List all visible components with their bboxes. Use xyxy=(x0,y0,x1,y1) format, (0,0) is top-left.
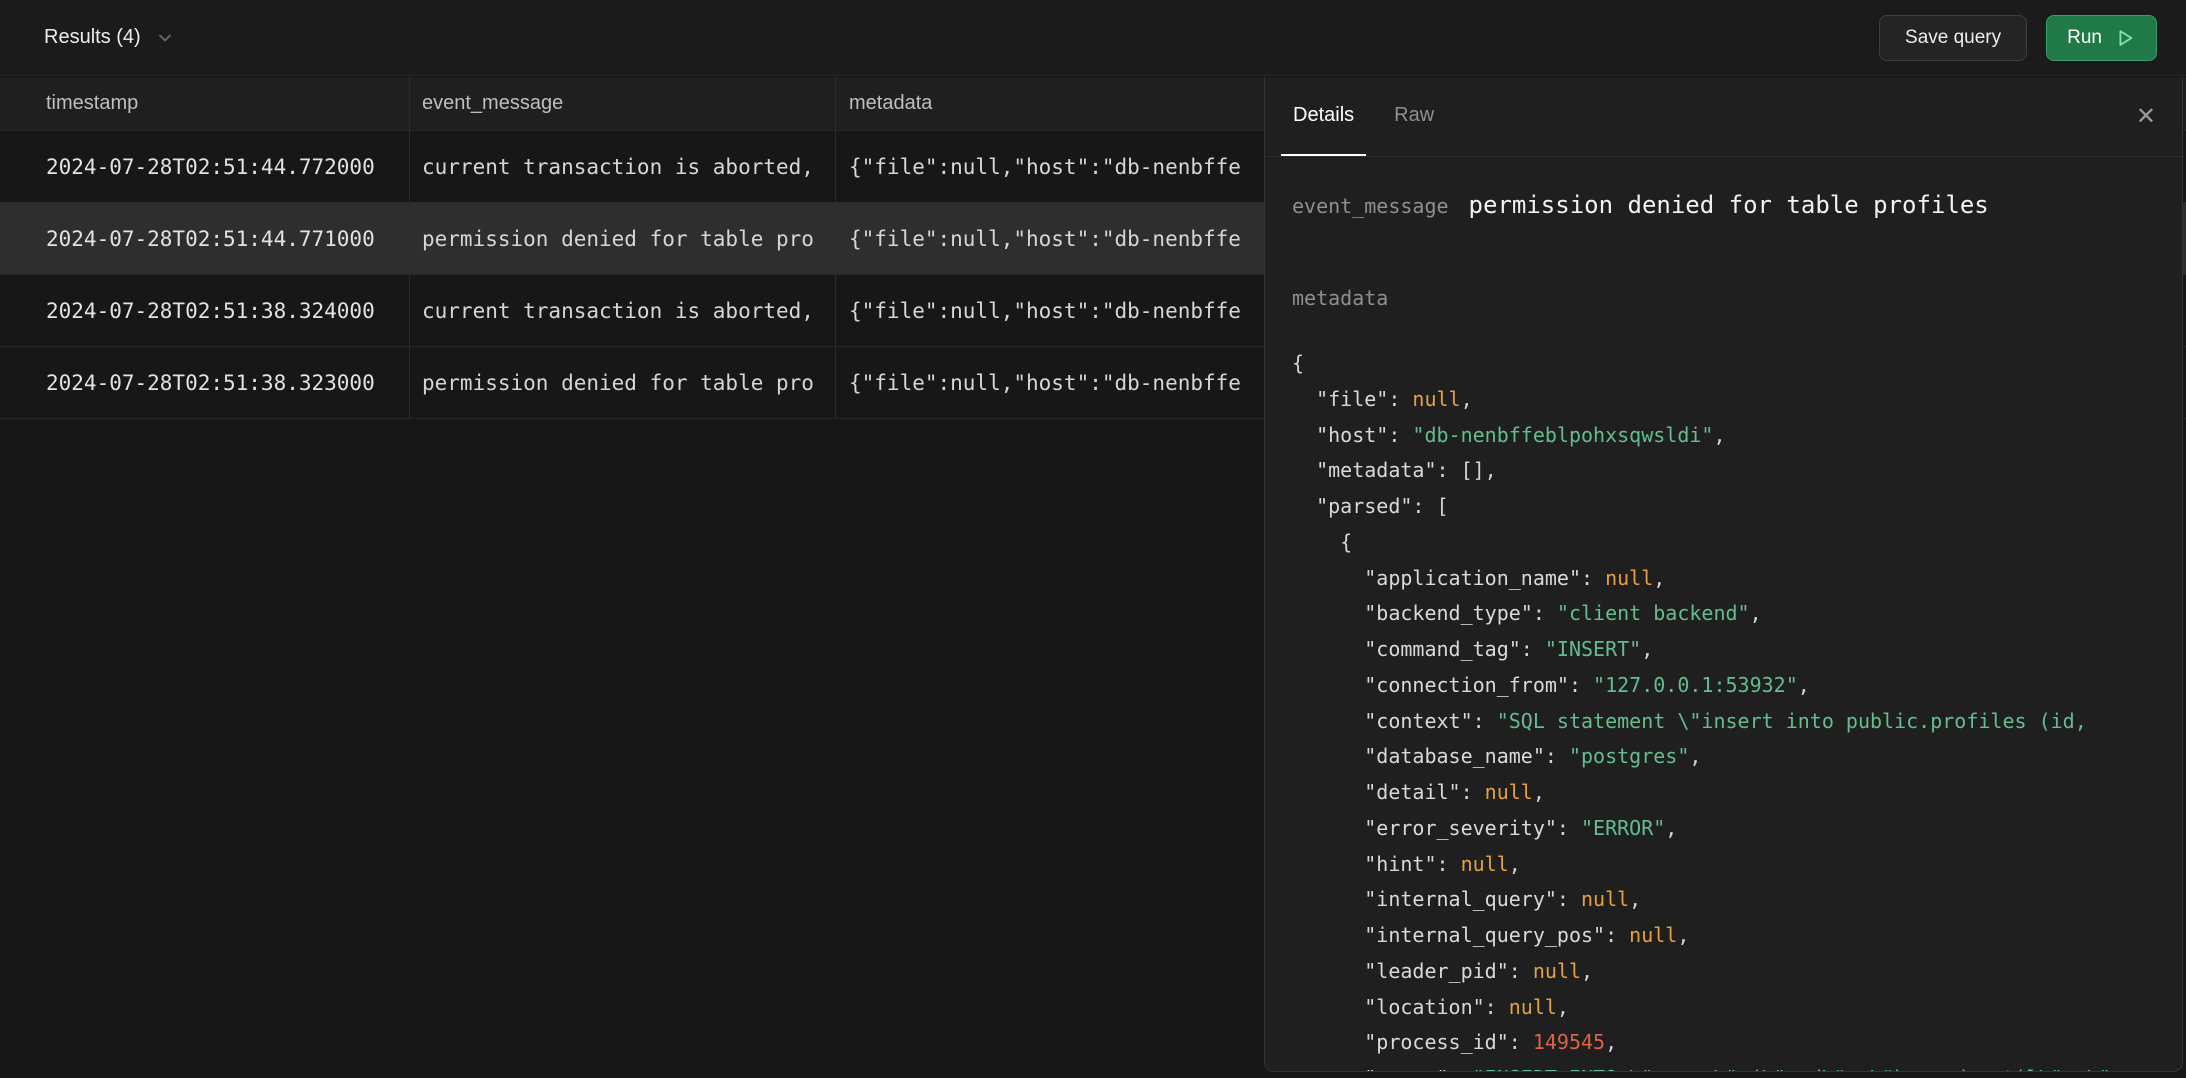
json-line: "backend_type": "client backend", xyxy=(1292,596,2182,632)
logs-explorer-screen: Results (4) Save query Run timestamp eve… xyxy=(0,0,2186,1078)
column-header-timestamp[interactable]: timestamp xyxy=(0,77,410,130)
cell-event-message: permission denied for table pro xyxy=(410,203,836,274)
details-panel: Details Raw ✕ event_message permission d… xyxy=(1264,77,2183,1072)
topbar: Results (4) Save query Run xyxy=(0,0,2186,76)
tabbar-spacer xyxy=(1462,77,2130,156)
cell-timestamp: 2024-07-28T02:51:38.324000 xyxy=(0,275,410,346)
json-line: { xyxy=(1292,346,2182,382)
close-icon[interactable]: ✕ xyxy=(2130,99,2162,135)
json-line: "parsed": [ xyxy=(1292,489,2182,525)
cell-event-message: current transaction is aborted, xyxy=(410,131,836,202)
play-icon xyxy=(2114,27,2136,49)
results-count-toggle[interactable]: Results (4) xyxy=(44,26,175,49)
save-query-button[interactable]: Save query xyxy=(1879,15,2027,61)
topbar-actions: Save query Run xyxy=(1879,15,2157,61)
json-line: "file": null, xyxy=(1292,382,2182,418)
json-line: "metadata": [], xyxy=(1292,453,2182,489)
event-message-field: event_message permission denied for tabl… xyxy=(1292,191,2182,219)
json-line: "application_name": null, xyxy=(1292,561,2182,597)
run-button-label: Run xyxy=(2067,27,2102,49)
cell-timestamp: 2024-07-28T02:51:38.323000 xyxy=(0,347,410,418)
json-line: "location": null, xyxy=(1292,990,2182,1026)
details-tabbar: Details Raw ✕ xyxy=(1265,77,2182,157)
cell-event-message: current transaction is aborted, xyxy=(410,275,836,346)
json-line: "leader_pid": null, xyxy=(1292,954,2182,990)
json-line: "database_name": "postgres", xyxy=(1292,739,2182,775)
json-line: "context": "SQL statement \"insert into … xyxy=(1292,704,2182,740)
json-line: "query": "INSERT INTO \"users\" (\"aud\"… xyxy=(1292,1061,2182,1071)
json-line: "internal_query_pos": null, xyxy=(1292,918,2182,954)
tab-details[interactable]: Details xyxy=(1281,77,1366,156)
cell-timestamp: 2024-07-28T02:51:44.771000 xyxy=(0,203,410,274)
chevron-down-icon xyxy=(155,28,175,48)
column-header-event-message[interactable]: event_message xyxy=(410,77,836,130)
results-count-label: Results (4) xyxy=(44,26,141,49)
json-line: "error_severity": "ERROR", xyxy=(1292,811,2182,847)
json-line: "host": "db-nenbffeblpohxsqwsldi", xyxy=(1292,418,2182,454)
metadata-label: metadata xyxy=(1292,286,2182,310)
json-line: "hint": null, xyxy=(1292,847,2182,883)
json-line: "command_tag": "INSERT", xyxy=(1292,632,2182,668)
json-block: { "file": null, "host": "db-nenbffeblpoh… xyxy=(1292,346,2182,1071)
results-area: timestamp event_message metadata 2024-07… xyxy=(0,77,2186,1078)
json-line: { xyxy=(1292,525,2182,561)
run-button[interactable]: Run xyxy=(2046,15,2157,61)
json-line: "connection_from": "127.0.0.1:53932", xyxy=(1292,668,2182,704)
event-message-label: event_message xyxy=(1292,194,1449,218)
json-line: "detail": null, xyxy=(1292,775,2182,811)
details-panel-body: event_message permission denied for tabl… xyxy=(1265,157,2182,1071)
tab-raw[interactable]: Raw xyxy=(1382,77,1446,156)
cell-event-message: permission denied for table pro xyxy=(410,347,836,418)
json-line: "internal_query": null, xyxy=(1292,882,2182,918)
json-line: "process_id": 149545, xyxy=(1292,1025,2182,1061)
event-message-value: permission denied for table profiles xyxy=(1469,191,1989,219)
cell-timestamp: 2024-07-28T02:51:44.772000 xyxy=(0,131,410,202)
